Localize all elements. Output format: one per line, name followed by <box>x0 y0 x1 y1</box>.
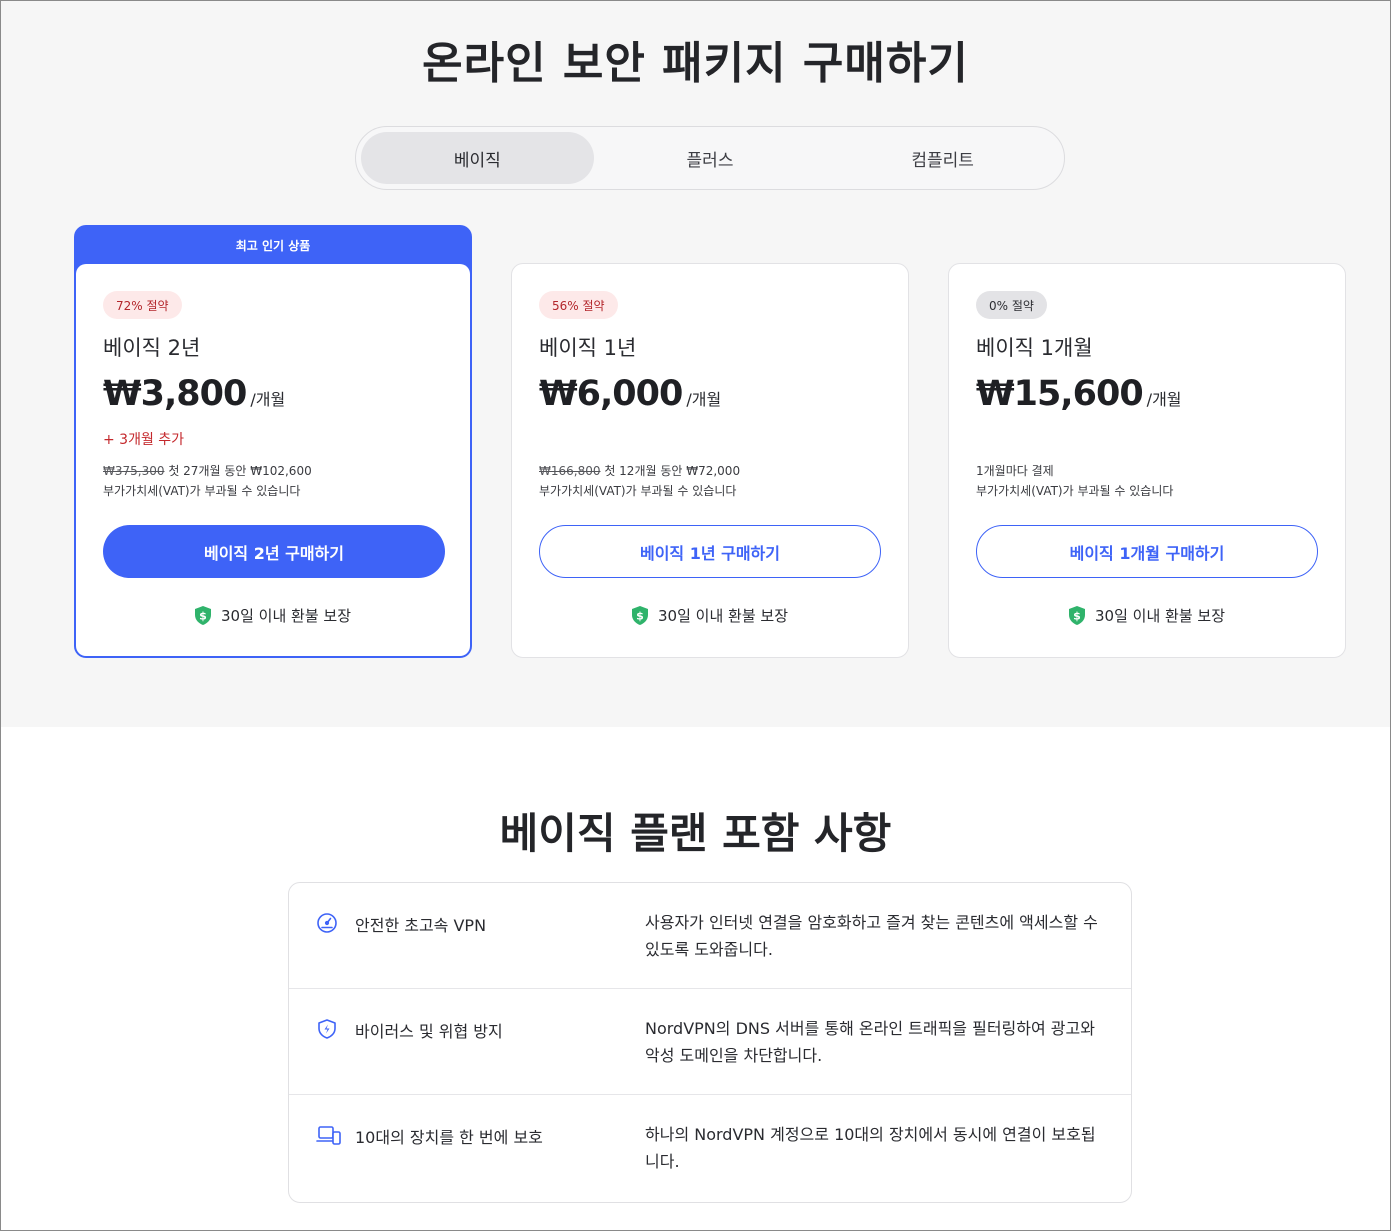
feature-description: NordVPN의 DNS 서버를 통해 온라인 트래픽을 필터링하여 광고와 악… <box>645 1019 1095 1065</box>
devices-icon <box>316 1124 342 1146</box>
feature-row: 안전한 초고속 VPN 사용자가 인터넷 연결을 암호화하고 즐겨 찾는 콘텐츠… <box>289 883 1131 989</box>
feature-row: 바이러스 및 위협 방지 NordVPN의 DNS 서버를 통해 온라인 트래픽… <box>289 989 1131 1095</box>
features-title: 베이직 플랜 포함 사항 <box>499 809 892 858</box>
original-price: ₩375,300 <box>103 464 165 478</box>
popular-banner: 최고 인기 상품 <box>235 239 311 253</box>
plan-tabs: 베이직 플러스 컴플리트 <box>355 126 1065 190</box>
plan-card-1year: 56% 절약 베이직 1년 ₩6,000 /개월 ₩166,800 첫 12개월… <box>511 263 909 658</box>
money-shield-icon: $ <box>1069 606 1085 625</box>
feature-name: 바이러스 및 위협 방지 <box>355 1022 503 1041</box>
features-table: 안전한 초고속 VPN 사용자가 인터넷 연결을 암호화하고 즐겨 찾는 콘텐츠… <box>288 882 1132 1203</box>
refund-guarantee: $ 30일 이내 환불 보장 <box>76 605 470 626</box>
feature-name: 10대의 장치를 한 번에 보호 <box>355 1128 543 1147</box>
pricing-section: 온라인 보안 패키지 구매하기 베이직 플러스 컴플리트 최고 인기 상품 72… <box>1 1 1390 727</box>
discount-badge: 72% 절약 <box>103 291 182 319</box>
plan-card-2year: 최고 인기 상품 72% 절약 베이직 2년 ₩3,800 /개월 + 3개월 … <box>74 225 472 658</box>
price-period: /개월 <box>250 390 286 409</box>
price-period: /개월 <box>686 390 722 409</box>
svg-text:$: $ <box>1073 610 1081 623</box>
billing-info: 1개월마다 결제 <box>976 464 1054 478</box>
feature-description: 사용자가 인터넷 연결을 암호화하고 즐겨 찾는 콘텐츠에 액세스할 수 있도록… <box>645 913 1098 959</box>
refund-label: 30일 이내 환불 보장 <box>1095 607 1225 625</box>
shield-bolt-icon <box>316 1018 338 1040</box>
feature-description: 하나의 NordVPN 계정으로 10대의 장치에서 동시에 연결이 보호됩니다… <box>645 1125 1096 1171</box>
original-price: ₩166,800 <box>539 464 601 478</box>
feature-row: 10대의 장치를 한 번에 보호 하나의 NordVPN 계정으로 10대의 장… <box>289 1095 1131 1202</box>
price-detail: ₩166,800 첫 12개월 동안 ₩72,000 부가가치세(VAT)가 부… <box>539 461 740 501</box>
refund-label: 30일 이내 환불 보장 <box>658 607 788 625</box>
money-shield-icon: $ <box>195 606 211 625</box>
plan-name: 베이직 1년 <box>539 336 637 360</box>
buy-basic-1month-button[interactable]: 베이직 1개월 구매하기 <box>976 525 1318 578</box>
price-period: /개월 <box>1146 390 1182 409</box>
page-title: 온라인 보안 패키지 구매하기 <box>422 38 969 89</box>
vat-note: 부가가치세(VAT)가 부과될 수 있습니다 <box>103 484 301 498</box>
svg-text:$: $ <box>636 610 644 623</box>
vat-note: 부가가치세(VAT)가 부과될 수 있습니다 <box>976 484 1174 498</box>
svg-text:$: $ <box>199 610 207 623</box>
speedometer-icon <box>316 912 338 934</box>
billing-info: 첫 27개월 동안 ₩102,600 <box>164 464 312 478</box>
money-shield-icon: $ <box>632 606 648 625</box>
billing-info: 첫 12개월 동안 ₩72,000 <box>600 464 741 478</box>
refund-label: 30일 이내 환불 보장 <box>221 607 351 625</box>
tab-plus[interactable]: 플러스 <box>594 132 827 184</box>
price: ₩6,000 <box>539 374 683 414</box>
plan-card-1month: 0% 절약 베이직 1개월 ₩15,600 /개월 1개월마다 결제 부가가치세… <box>948 263 1346 658</box>
refund-guarantee: $ 30일 이내 환불 보장 <box>512 605 908 626</box>
price: ₩3,800 <box>103 374 247 414</box>
tab-complete[interactable]: 컴플리트 <box>826 132 1059 184</box>
discount-badge: 56% 절약 <box>539 291 618 319</box>
plan-name: 베이직 1개월 <box>976 336 1093 360</box>
refund-guarantee: $ 30일 이내 환불 보장 <box>949 605 1345 626</box>
price-detail: ₩375,300 첫 27개월 동안 ₩102,600 부가가치세(VAT)가 … <box>103 461 312 501</box>
price-row: ₩6,000 /개월 <box>539 374 721 414</box>
bonus-months: + 3개월 추가 <box>103 432 185 448</box>
vat-note: 부가가치세(VAT)가 부과될 수 있습니다 <box>539 484 737 498</box>
price: ₩15,600 <box>976 374 1144 414</box>
feature-name: 안전한 초고속 VPN <box>355 916 487 935</box>
buy-basic-1year-button[interactable]: 베이직 1년 구매하기 <box>539 525 881 578</box>
price-row: ₩15,600 /개월 <box>976 374 1182 414</box>
price-row: ₩3,800 /개월 <box>103 374 285 414</box>
price-detail: 1개월마다 결제 부가가치세(VAT)가 부과될 수 있습니다 <box>976 461 1173 501</box>
buy-basic-2year-button[interactable]: 베이직 2년 구매하기 <box>103 525 445 578</box>
plan-name: 베이직 2년 <box>103 336 201 360</box>
tab-basic[interactable]: 베이직 <box>361 132 594 184</box>
discount-badge: 0% 절약 <box>976 291 1047 319</box>
